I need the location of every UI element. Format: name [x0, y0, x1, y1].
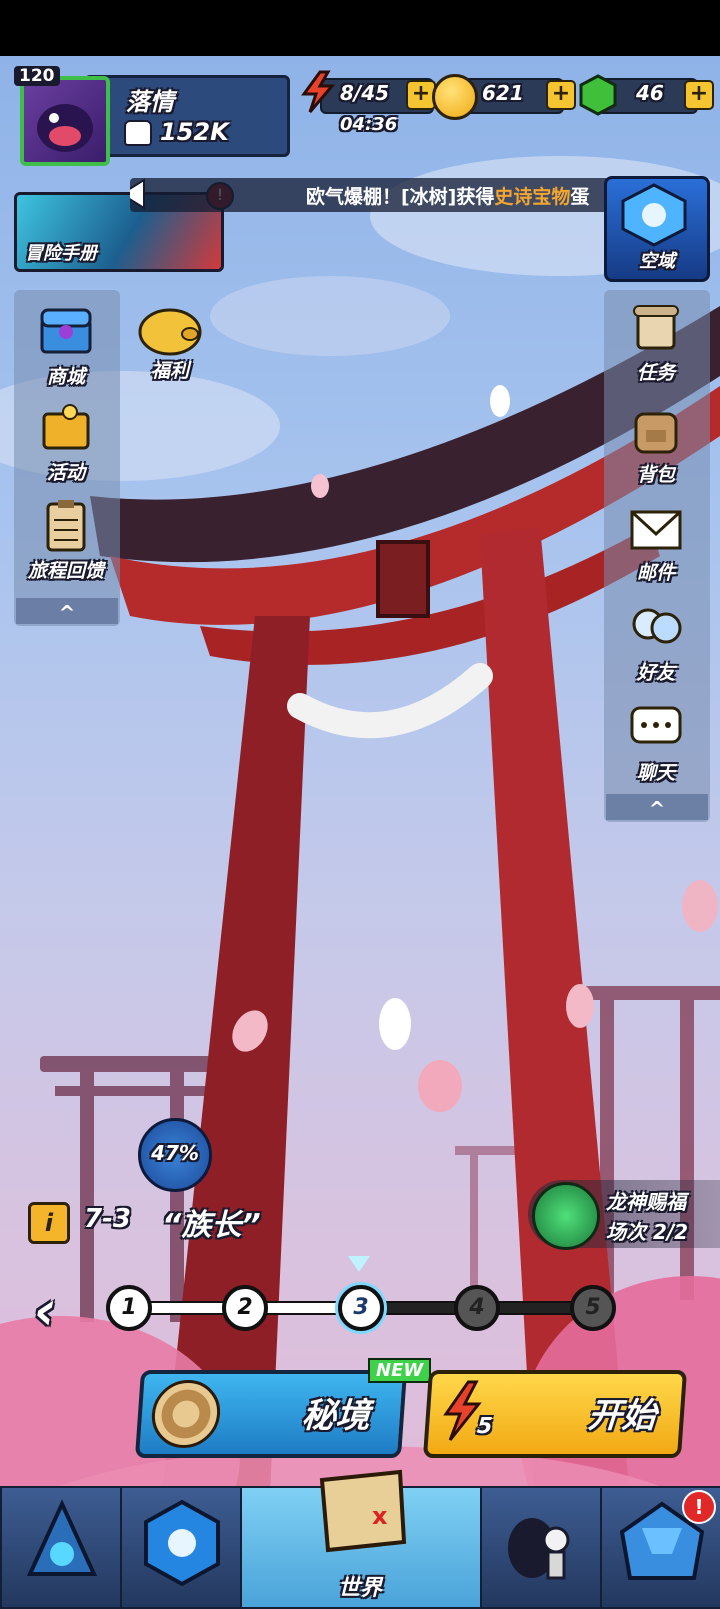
nav-world-label: 世界	[338, 1576, 383, 1601]
secret-realm-label: 秘境	[300, 1396, 372, 1436]
announcement-text: 欧气爆棚！[冰树]获得史诗宝物蛋	[306, 182, 589, 209]
journey-rewards-label: 旅程回馈	[27, 560, 104, 582]
stage-code: 7-3	[84, 1204, 131, 1234]
player-level: 120	[14, 66, 60, 86]
void-domain-label: 空域	[639, 251, 675, 272]
announcement-highlight: 史诗宝物	[494, 186, 571, 208]
fist-icon	[124, 120, 152, 146]
chat-bubble-icon	[630, 706, 682, 744]
friends-icon	[632, 608, 682, 644]
megaphone-icon	[130, 178, 158, 210]
progress-bubble: 47%	[138, 1118, 212, 1192]
coin-plus-button[interactable]: +	[546, 80, 576, 110]
welfare-button[interactable]: 福利	[132, 302, 208, 383]
nav-tab-monsters[interactable]	[480, 1486, 604, 1609]
dragon-blessing-title: 龙神赐福	[606, 1190, 686, 1214]
right-collapse-button[interactable]: ^	[606, 794, 708, 821]
player-avatar[interactable]	[20, 76, 110, 166]
monsters-icon	[508, 1518, 570, 1580]
dragon-blessing-count: 场次 2/2	[606, 1220, 689, 1244]
chat-label: 聊天	[636, 762, 675, 784]
gold-box-icon	[42, 404, 90, 450]
tasks-label: 任务	[636, 362, 675, 384]
stage-node-1[interactable]: 1	[106, 1285, 152, 1331]
home-alert-badge: !	[682, 1490, 716, 1524]
shop-button[interactable]: 商城	[16, 302, 116, 389]
scroll-icon	[633, 305, 679, 350]
nav-tab-heroes[interactable]	[0, 1486, 124, 1609]
stage-info-button[interactable]: i	[28, 1202, 70, 1244]
energy-timer: 04:36	[340, 114, 398, 135]
nav-tab-rune[interactable]	[120, 1486, 244, 1609]
envelope-icon	[630, 510, 682, 550]
nav-tab-world[interactable]: x 世界	[240, 1469, 484, 1609]
gem-value: 46	[636, 81, 664, 105]
golden-pig-icon	[138, 308, 202, 356]
new-badge: NEW	[368, 1358, 432, 1383]
rune-icon	[144, 1499, 220, 1587]
dragon-blessing-panel[interactable]: 龙神赐福 场次 2/2	[528, 1180, 720, 1250]
player-name: 落情	[126, 88, 174, 116]
treasure-chest-icon	[40, 308, 92, 354]
previous-chapter-arrow[interactable]: ‹	[34, 1284, 56, 1338]
void-domain-button[interactable]: 空域	[604, 176, 710, 282]
backpack-label: 背包	[636, 464, 675, 486]
start-label: 开始	[586, 1396, 658, 1436]
stage-node-3[interactable]: 3	[338, 1285, 384, 1331]
player-power: 152K	[160, 118, 229, 146]
gem-plus-button[interactable]: +	[684, 80, 714, 110]
current-stage-marker	[348, 1256, 370, 1272]
backpack-button[interactable]: 背包	[606, 404, 706, 487]
stage-title: “族长”	[162, 1208, 261, 1243]
friends-button[interactable]: 好友	[606, 604, 706, 685]
events-label: 活动	[46, 462, 85, 484]
mail-label: 邮件	[636, 562, 675, 584]
progress-percent: 47%	[151, 1141, 199, 1165]
map-icon: x	[319, 1469, 407, 1553]
announcement-suffix: 蛋	[570, 186, 590, 208]
tasks-button[interactable]: 任务	[606, 302, 706, 385]
mail-button[interactable]: 邮件	[606, 504, 706, 585]
announcement-bar: 欧气爆棚！[冰树]获得史诗宝物蛋	[130, 178, 618, 212]
status-bar	[0, 0, 720, 56]
friends-label: 好友	[636, 662, 675, 684]
shop-label: 商城	[46, 366, 85, 388]
chat-button[interactable]: 聊天	[606, 704, 706, 785]
backpack-icon	[634, 412, 678, 454]
start-cost: 5	[476, 1414, 494, 1439]
void-crystal-icon	[621, 183, 687, 247]
left-collapse-button[interactable]: ^	[16, 598, 118, 625]
stage-node-2[interactable]: 2	[222, 1285, 268, 1331]
secret-realm-button[interactable]: 秘境	[134, 1370, 408, 1458]
target-icon	[149, 1380, 223, 1448]
gem-icon	[578, 74, 618, 116]
welfare-label: 福利	[150, 360, 189, 382]
clipboard-icon	[46, 500, 86, 552]
stage-node-5[interactable]: 5	[570, 1285, 616, 1331]
coin-icon	[432, 74, 478, 120]
svg-text:x: x	[372, 1502, 388, 1530]
events-button[interactable]: 活动	[16, 402, 116, 485]
coin-value: 621	[482, 81, 524, 105]
journey-rewards-button[interactable]: 旅程回馈	[16, 498, 116, 583]
heroes-icon	[26, 1499, 98, 1576]
start-button[interactable]: 5 开始	[422, 1370, 688, 1458]
monster-avatar-icon	[37, 104, 93, 152]
adventure-manual-label: 冒险手册	[25, 243, 97, 264]
announcement-prefix: 欧气爆棚！[冰树]获得	[306, 186, 495, 208]
player-card[interactable]: 120 落情 152K	[14, 66, 290, 166]
energy-value: 8/45	[340, 81, 390, 105]
stage-node-4[interactable]: 4	[454, 1285, 500, 1331]
lightning-icon	[300, 70, 336, 114]
dragon-orb-icon	[532, 1182, 600, 1250]
